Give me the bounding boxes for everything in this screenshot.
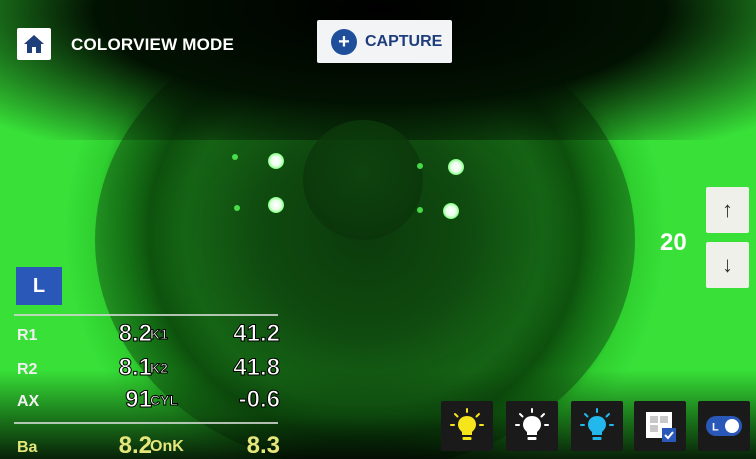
pupil (303, 120, 423, 240)
measurement-value: 91 (125, 386, 153, 414)
step-value: 20 (660, 229, 687, 256)
measurement-label: R2 (17, 361, 38, 378)
reflection-dot-small (417, 207, 423, 213)
k-label: CYL (150, 392, 179, 409)
measurement-label: AX (17, 393, 40, 410)
arrow-down-icon: ↓ (722, 252, 733, 277)
toggle-icon: L (706, 416, 742, 436)
reflection-dot (448, 159, 464, 175)
measurement-label: Ba (17, 439, 38, 456)
grid-check-icon (646, 412, 676, 442)
measurement-value: 8.1 (118, 354, 152, 382)
capture-label: CAPTURE (365, 32, 443, 50)
k-value: -0.6 (238, 386, 280, 414)
reflection-dot (268, 153, 284, 169)
divider (14, 314, 278, 316)
step-up-button[interactable]: ↑ (706, 187, 749, 233)
toggle-label: L (712, 422, 719, 434)
arrow-up-icon: ↑ (722, 197, 733, 222)
k-value: 8.3 (246, 432, 280, 459)
white-bulb-icon (515, 408, 549, 440)
eye-toggle-button[interactable]: L (698, 401, 750, 451)
yellow-light-button[interactable] (441, 401, 493, 451)
yellow-bulb-icon (450, 408, 484, 440)
k-label: OnK (150, 438, 184, 455)
reflection-dot-small (232, 154, 238, 160)
k-label: K2 (150, 360, 169, 377)
mode-title: COLORVIEW MODE (71, 35, 235, 54)
measurement-value: 8.2 (118, 432, 152, 459)
home-icon (24, 35, 44, 53)
k-value: 41.8 (233, 354, 281, 382)
capture-button[interactable]: + CAPTURE (317, 20, 452, 63)
colorview-screen: COLORVIEW MODE + CAPTURE ↑ 20 ↓ L R1 8.2… (0, 0, 756, 459)
reflection-dot (268, 197, 284, 213)
eye-side-badge[interactable]: L (16, 267, 62, 305)
reflection-dot-small (417, 163, 423, 169)
step-down-button[interactable]: ↓ (706, 242, 749, 288)
reflection-dot (443, 203, 459, 219)
blue-light-button[interactable] (571, 401, 623, 451)
measurement-value: 8.2 (118, 320, 152, 348)
k-value: 41.2 (233, 320, 281, 348)
reflection-dot-small (234, 205, 240, 211)
measurement-label: R1 (17, 327, 38, 344)
plus-circle-icon: + (331, 28, 357, 55)
divider (14, 422, 278, 424)
blue-bulb-icon (580, 408, 614, 440)
white-light-button[interactable] (506, 401, 558, 451)
home-button[interactable] (17, 28, 51, 60)
k-label: K1 (150, 326, 169, 343)
grid-overlay-button[interactable] (634, 401, 686, 451)
